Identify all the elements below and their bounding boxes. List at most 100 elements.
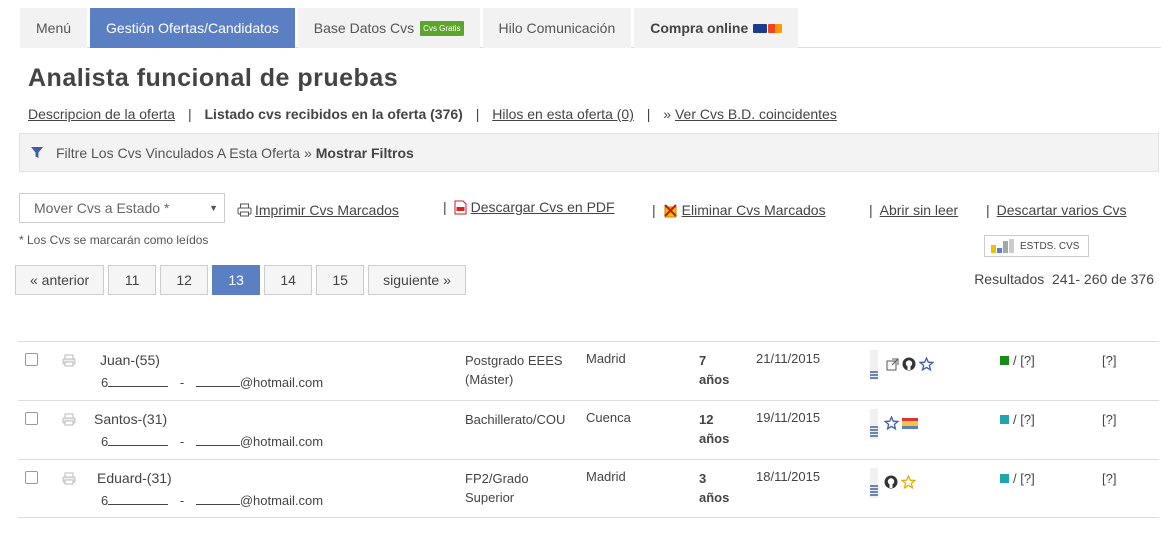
page-title: Analista funcional de pruebas (28, 64, 399, 92)
candidate-status[interactable]: / [?] (1000, 412, 1035, 427)
candidate-study: Bachillerato/COU (465, 412, 566, 427)
open-unread-link[interactable]: Abrir sin leer (880, 202, 959, 218)
page-14-button[interactable]: 14 (264, 265, 313, 295)
candidate-name[interactable]: Eduard-(31) (97, 470, 172, 486)
candidate-city: Madrid (586, 469, 626, 484)
print-marked-link[interactable]: Imprimir Cvs Marcados (255, 202, 399, 218)
row-icons (886, 357, 934, 371)
phone-prefix: 6 (101, 434, 109, 449)
results-count: Resultados 241- 260 de 376 (974, 271, 1154, 287)
candidate-contact: 6 - @hotmail.com (101, 493, 323, 508)
candidate-experience: 7 años (699, 351, 729, 389)
cv-stats-button[interactable]: ESTDS. CVS (984, 235, 1089, 257)
discard-cvs-link[interactable]: Descartar varios Cvs (997, 202, 1127, 218)
candidate-status[interactable]: / [?] (1000, 353, 1035, 368)
years-number: 3 (699, 471, 707, 486)
cv-meter (870, 468, 878, 498)
candidate-study: Postgrado EEES (Máster) (465, 353, 563, 387)
printer-icon[interactable] (62, 472, 76, 485)
tab-base-datos[interactable]: Base Datos Cvs Cvs Gratis (297, 8, 480, 48)
row-icons (884, 475, 916, 489)
star-outline-icon[interactable] (884, 416, 899, 430)
extra-info[interactable]: [?] (1102, 471, 1116, 486)
years-number: 12 (699, 412, 714, 427)
redacted-email (195, 375, 240, 387)
meter-lines-icon (870, 485, 878, 496)
payment-cards-icon (753, 23, 783, 33)
status-text: / [?] (1013, 471, 1035, 486)
download-pdf-link[interactable]: Descargar Cvs en PDF (471, 199, 615, 215)
page-15-button[interactable]: 15 (316, 265, 365, 295)
pagination: « anterior 11 12 13 14 15 siguiente » (15, 265, 466, 295)
row-checkbox[interactable] (25, 471, 38, 484)
tab-menu[interactable]: Menú (20, 8, 88, 48)
pdf-icon (454, 200, 467, 214)
status-teal-indicator (1000, 415, 1009, 424)
external-link-icon[interactable] (886, 358, 899, 371)
tab-compra-online[interactable]: Compra online (634, 8, 799, 48)
candidate-date: 18/11/2015 (756, 469, 821, 484)
separator: | (475, 106, 480, 122)
tab-gestion-ofertas[interactable]: Gestión Ofertas/Candidatos (90, 8, 295, 48)
download-pdf-action[interactable]: | Descargar Cvs en PDF (443, 199, 615, 215)
filter-bar[interactable]: Filtre Los Cvs Vinculados A Esta Oferta … (19, 133, 1159, 172)
star-outline-icon[interactable] (919, 357, 934, 371)
current-section: Listado cvs recibidos en la oferta (376) (204, 106, 463, 122)
candidate-status[interactable]: / [?] (1000, 471, 1035, 486)
delete-marked-link[interactable]: Eliminar Cvs Marcados (682, 202, 826, 218)
offer-threads-link[interactable]: Hilos en esta oferta (0) (492, 106, 634, 122)
years-unit: años (699, 431, 730, 446)
candidate-name[interactable]: Juan-(55) (100, 352, 160, 368)
tab-label: Compra online (650, 20, 749, 36)
candidate-name[interactable]: Santos-(31) (94, 411, 167, 427)
cv-stats-label: ESTDS. CVS (1020, 240, 1080, 252)
show-filters-link[interactable]: Mostrar Filtros (316, 145, 414, 161)
years-number: 7 (699, 353, 707, 368)
offer-description-link[interactable]: Descripcion de la oferta (28, 106, 175, 122)
status-green-indicator (1000, 356, 1009, 365)
contact-dash: - (179, 493, 185, 508)
status-text: / [?] (1013, 412, 1035, 427)
flag-icon[interactable] (902, 417, 918, 429)
star-yellow-icon[interactable] (901, 475, 916, 489)
page-11-button[interactable]: 11 (108, 265, 157, 295)
row-checkbox[interactable] (25, 353, 38, 366)
link-prefix: » (663, 106, 672, 122)
extra-info[interactable]: [?] (1102, 353, 1116, 368)
candidate-list: Juan-(55) 6 - @hotmail.com Postgrado EEE… (18, 341, 1159, 518)
email-domain: @hotmail.com (239, 434, 324, 449)
cv-meter (870, 409, 878, 439)
move-to-status-select[interactable]: Mover Cvs a Estado * ▼ (19, 193, 225, 223)
tab-label: Menú (36, 20, 72, 36)
tab-hilo-comunicacion[interactable]: Hilo Comunicación (482, 8, 632, 48)
delete-marked-action[interactable]: | Eliminar Cvs Marcados (652, 202, 826, 218)
prev-page-button[interactable]: « anterior (15, 265, 105, 295)
phone-prefix: 6 (101, 375, 109, 390)
redacted-phone (108, 493, 169, 505)
separator: | (986, 202, 990, 218)
page-12-button[interactable]: 12 (160, 265, 209, 295)
tab-label: Base Datos Cvs (313, 20, 415, 36)
page-13-button[interactable]: 13 (212, 265, 261, 295)
redacted-email (195, 493, 240, 505)
printer-icon[interactable] (62, 354, 76, 367)
status-text: / [?] (1013, 353, 1035, 368)
cv-meter (870, 350, 878, 380)
discard-cvs-action[interactable]: | Descartar varios Cvs (986, 202, 1127, 218)
marked-read-note: * Los Cvs se marcarán como leídos (19, 233, 209, 247)
next-page-button[interactable]: siguiente » (368, 265, 466, 295)
matching-cvs-link[interactable]: Ver Cvs B.D. coincidentes (675, 106, 837, 122)
meter-lines-icon (870, 371, 878, 379)
candidate-experience: 3 años (699, 469, 729, 507)
row-icons (884, 416, 918, 430)
extra-info[interactable]: [?] (1102, 412, 1116, 427)
candidate-city: Cuenca (586, 410, 631, 425)
open-unread-action[interactable]: | Abrir sin leer (869, 202, 958, 218)
github-icon[interactable] (884, 475, 898, 489)
row-checkbox[interactable] (25, 412, 38, 425)
printer-icon[interactable] (62, 413, 76, 426)
separator: | (646, 106, 651, 122)
print-marked-action[interactable]: Imprimir Cvs Marcados (237, 202, 399, 218)
separator: | (187, 106, 192, 122)
github-icon[interactable] (902, 357, 916, 371)
